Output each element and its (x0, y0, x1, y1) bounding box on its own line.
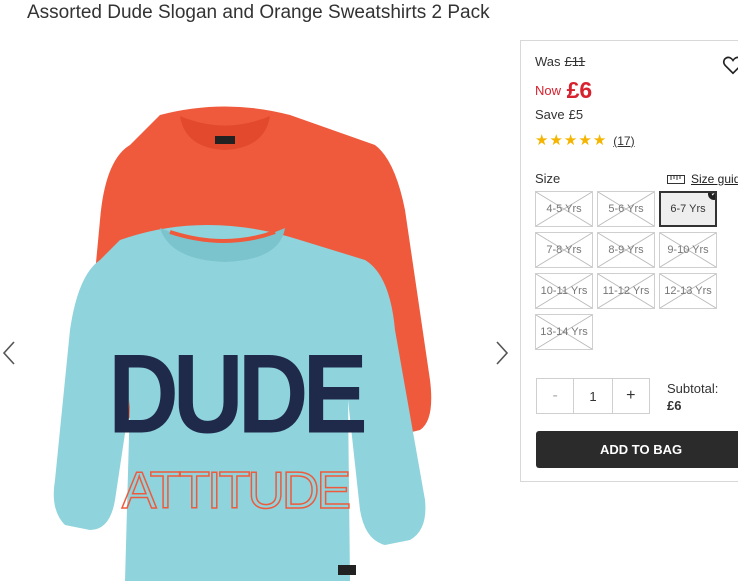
slogan-attitude: ATTITUDE (122, 462, 350, 520)
size-option[interactable]: 9-10 Yrs (659, 232, 717, 268)
save-amount: Save £5 (535, 107, 584, 122)
now-price: Now £6 (535, 77, 593, 103)
product-image-gallery: DUDE ATTITUDE (0, 40, 518, 581)
was-price-value: £11 (564, 54, 586, 69)
save-value: £5 (568, 107, 584, 122)
subtotal: Subtotal: £6 (667, 381, 718, 413)
size-option-label: 6-7 Yrs (670, 203, 706, 215)
quantity-value[interactable]: 1 (573, 379, 613, 413)
ruler-icon (667, 174, 685, 184)
size-option[interactable]: 6-7 Yrs ✓ (659, 191, 717, 227)
size-option-label: 4-5 Yrs (546, 203, 582, 215)
size-option[interactable]: 5-6 Yrs (597, 191, 655, 227)
slogan-dude: DUDE (108, 331, 364, 457)
subtotal-label: Subtotal: (667, 381, 719, 396)
size-option-label: 10-11 Yrs (540, 285, 588, 297)
rating: ★ ★ ★ ★ ★ (17) (535, 133, 635, 148)
size-options: 4-5 Yrs 5-6 Yrs 6-7 Yrs ✓ 7-8 Yrs 8-9 Yrs 9-10… (535, 191, 738, 350)
size-option-label: 8-9 Yrs (608, 244, 644, 256)
star-icon: ★ (578, 132, 592, 149)
now-price-value: £6 (566, 77, 593, 103)
size-option[interactable]: 10-11 Yrs (535, 273, 593, 309)
selected-check-icon: ✓ (708, 193, 715, 200)
size-option-label: 7-8 Yrs (546, 244, 582, 256)
product-title: Assorted Dude Slogan and Orange Sweatshi… (27, 2, 490, 23)
wishlist-heart-icon[interactable] (722, 54, 738, 76)
quantity-decrease-button[interactable]: - (537, 379, 573, 413)
size-option-label: 11-12 Yrs (602, 285, 650, 297)
star-icon: ★ (549, 132, 563, 149)
blue-sweatshirt: DUDE ATTITUDE (53, 225, 426, 581)
size-label: Size (535, 171, 561, 186)
add-to-bag-button[interactable]: ADD TO BAG (536, 431, 738, 468)
size-option[interactable]: 11-12 Yrs (597, 273, 655, 309)
size-option[interactable]: 7-8 Yrs (535, 232, 593, 268)
subtotal-value: £6 (667, 398, 682, 413)
size-option-label: 13-14 Yrs (540, 326, 588, 338)
product-image: DUDE ATTITUDE (53, 106, 432, 581)
size-guide-link[interactable]: Size guide (667, 172, 738, 186)
next-image-arrow-icon[interactable] (495, 340, 509, 366)
previous-image-arrow-icon[interactable] (2, 340, 16, 366)
was-price: Was £11 (535, 54, 586, 69)
size-option[interactable]: 13-14 Yrs (535, 314, 593, 350)
size-option[interactable]: 12-13 Yrs (659, 273, 717, 309)
star-icon: ★ (535, 132, 549, 149)
size-option-label: 9-10 Yrs (667, 244, 709, 256)
quantity-stepper: - 1 + (536, 378, 650, 414)
size-option-label: 12-13 Yrs (664, 285, 712, 297)
size-option[interactable]: 4-5 Yrs (535, 191, 593, 227)
star-icon: ★ (563, 132, 578, 149)
purchase-panel: Was £11 Now £6 Save £5 ★ ★ ★ ★ ★ (17) Size… (520, 40, 738, 482)
star-icon: ★ (592, 132, 607, 149)
size-option[interactable]: 8-9 Yrs (597, 232, 655, 268)
quantity-increase-button[interactable]: + (613, 379, 649, 413)
reviews-link[interactable]: (17) (613, 134, 634, 148)
size-option-label: 5-6 Yrs (608, 203, 644, 215)
